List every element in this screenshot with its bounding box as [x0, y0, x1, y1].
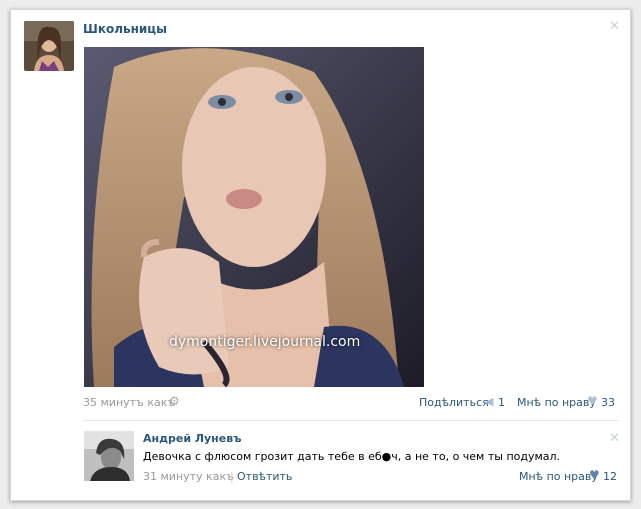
- comment-time[interactable]: 31 минуту какъ: [143, 470, 234, 483]
- divider: [83, 420, 619, 421]
- group-name-link[interactable]: Школьницы: [83, 22, 167, 36]
- reply-button[interactable]: Отвѣтить: [237, 470, 292, 483]
- comment-text: Девочка с флюсом грозит дать тебе в еб●ч…: [143, 450, 561, 463]
- comment-like-button[interactable]: Мнѣ по нраву: [519, 470, 598, 483]
- comment-avatar[interactable]: [84, 431, 134, 481]
- post-card: Школьницы ✕ dymontiger.livejournal.com 3…: [10, 9, 631, 501]
- heart-icon[interactable]: ♥: [587, 394, 598, 408]
- group-avatar[interactable]: [24, 21, 74, 71]
- megaphone-icon[interactable]: ◀: [485, 395, 493, 408]
- like-button[interactable]: Мнѣ по нраву: [517, 396, 596, 409]
- post-time[interactable]: 35 минутъ какъ: [83, 396, 175, 409]
- close-icon[interactable]: ✕: [609, 19, 620, 34]
- close-icon[interactable]: ✕: [609, 431, 620, 446]
- heart-icon[interactable]: ♥: [589, 468, 600, 482]
- comment-like-count: 12: [603, 470, 617, 483]
- like-count: 33: [601, 396, 615, 409]
- share-count: 1: [498, 396, 505, 409]
- watermark: dymontiger.livejournal.com: [169, 334, 361, 350]
- separator: |: [230, 470, 234, 483]
- gear-icon[interactable]: ⚙: [169, 394, 180, 408]
- share-button[interactable]: Подѣлиться: [419, 396, 489, 409]
- comment-author-link[interactable]: Андрей Луневъ: [143, 432, 241, 445]
